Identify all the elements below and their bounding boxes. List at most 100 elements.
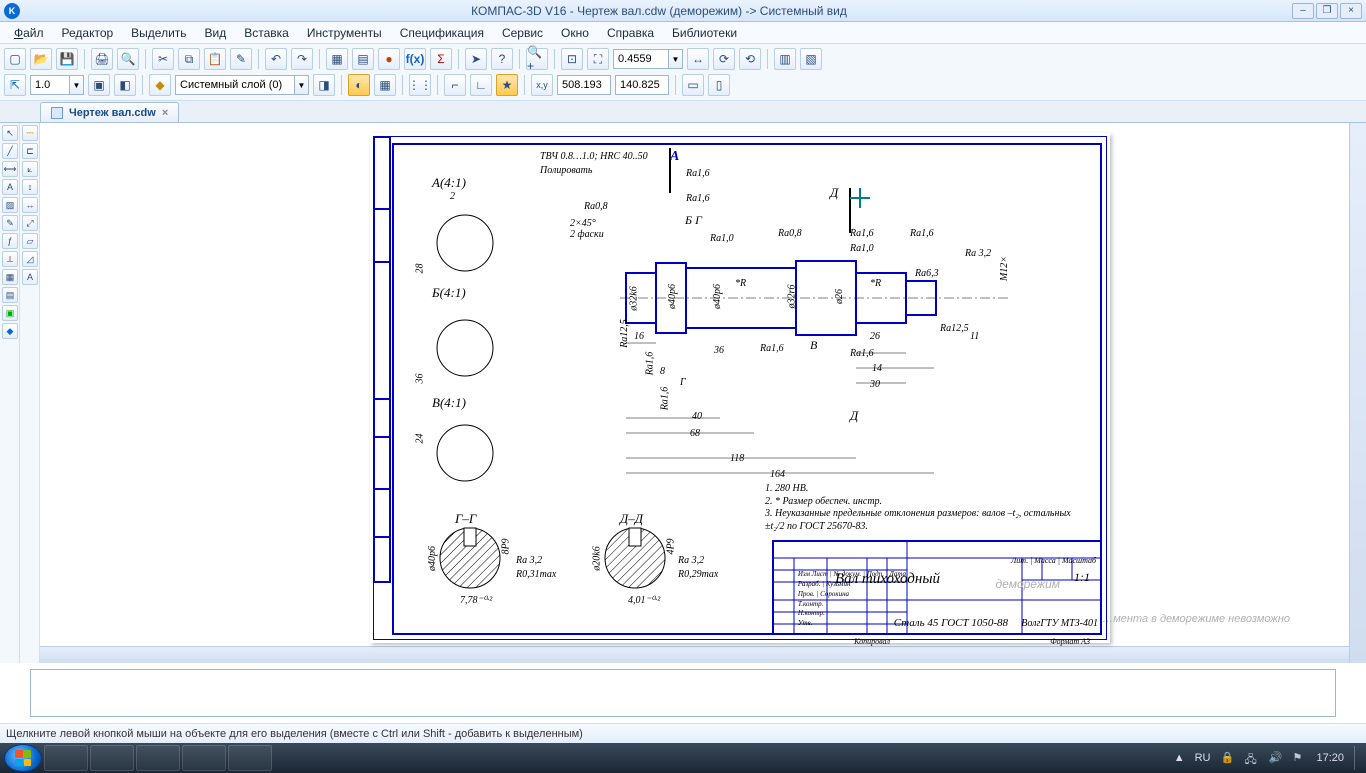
menu-tools[interactable]: Инструменты — [299, 24, 390, 42]
layer-dropdown-icon[interactable]: ▼ — [295, 75, 309, 95]
menu-view[interactable]: Вид — [197, 24, 235, 42]
task-app-1[interactable] — [44, 745, 88, 771]
tray-net-icon[interactable]: 🖧 — [1244, 751, 1258, 765]
tool-c[interactable]: ● — [378, 48, 400, 70]
vtool-hatch[interactable]: ▨ — [2, 197, 18, 213]
vtool-sel2[interactable]: ▦ — [2, 269, 18, 285]
copy-button[interactable]: ⧉ — [178, 48, 200, 70]
minimize-button[interactable]: – — [1292, 3, 1314, 19]
vtool-spec[interactable]: ▤ — [2, 287, 18, 303]
vtool-aux2[interactable]: ⊏ — [22, 143, 38, 159]
tool-a[interactable]: ▦ — [326, 48, 348, 70]
menu-insert[interactable]: Вставка — [236, 24, 297, 42]
grid-button[interactable]: ▦ — [374, 74, 396, 96]
scale-input[interactable] — [30, 75, 70, 95]
tray-act-icon[interactable]: ⚑ — [1292, 751, 1306, 765]
rotate-button[interactable]: ⟳ — [713, 48, 735, 70]
menu-spec[interactable]: Спецификация — [392, 24, 492, 42]
new-button[interactable]: ▢ — [4, 48, 26, 70]
paste-button[interactable]: 📋 — [204, 48, 226, 70]
vtool-select[interactable]: ↖ — [2, 125, 18, 141]
xy-button[interactable]: x,y — [531, 74, 553, 96]
misc-1[interactable]: ▭ — [682, 74, 704, 96]
print-button[interactable]: 🖨 — [91, 48, 113, 70]
vtool-param[interactable]: ƒ — [2, 233, 18, 249]
property-panel-inner[interactable] — [30, 669, 1336, 717]
undo-button[interactable]: ↶ — [265, 48, 287, 70]
menu-file[interactable]: Файл — [6, 24, 52, 42]
maximize-button[interactable]: ❐ — [1316, 3, 1338, 19]
angle-button[interactable]: ∟ — [470, 74, 492, 96]
vtool-edit[interactable]: ✎ — [2, 215, 18, 231]
coord-y-input[interactable] — [615, 75, 669, 95]
extra-a[interactable]: ▥ — [774, 48, 796, 70]
vars-button[interactable]: Σ — [430, 48, 452, 70]
cut-button[interactable]: ✂ — [152, 48, 174, 70]
views-button[interactable]: ▣ — [88, 74, 110, 96]
fx-button[interactable]: f(x) — [404, 48, 426, 70]
zoom-dropdown-icon[interactable]: ▼ — [669, 49, 683, 69]
zoom-combo[interactable]: ▼ — [613, 49, 683, 69]
misc-2[interactable]: ▯ — [708, 74, 730, 96]
properties-button[interactable]: ✎ — [230, 48, 252, 70]
vtool-text[interactable]: A — [2, 179, 18, 195]
layer-input[interactable] — [175, 75, 295, 95]
zoom-fit-button[interactable]: ⛶ — [587, 48, 609, 70]
vtool-dim[interactable]: ⟷ — [2, 161, 18, 177]
zoom-window-button[interactable]: ⊡ — [561, 48, 583, 70]
refresh-button[interactable]: ⟲ — [739, 48, 761, 70]
highlight-button[interactable]: ★ — [496, 74, 518, 96]
vtool-meas[interactable]: ⟂ — [2, 251, 18, 267]
preview-button[interactable]: 🔍 — [117, 48, 139, 70]
tool-b[interactable]: ▤ — [352, 48, 374, 70]
vtool-aux8[interactable]: ◿ — [22, 251, 38, 267]
show-desktop-button[interactable] — [1354, 746, 1362, 770]
task-app-3[interactable] — [136, 745, 180, 771]
layer-ic-button[interactable]: ◆ — [149, 74, 171, 96]
close-button[interactable]: × — [1340, 3, 1362, 19]
menu-service[interactable]: Сервис — [494, 24, 551, 42]
pan-button[interactable]: ↔ — [687, 48, 709, 70]
task-app-2[interactable] — [90, 745, 134, 771]
redo-button[interactable]: ↷ — [291, 48, 313, 70]
task-app-4[interactable] — [182, 745, 226, 771]
open-button[interactable]: 📂 — [30, 48, 52, 70]
vtool-aux6[interactable]: ⤢ — [22, 215, 38, 231]
vtool-aux3[interactable]: ⟀ — [22, 161, 38, 177]
drawing-canvas[interactable]: ТВЧ 0.8…1.0; HRC 40..50 Полировать А Д А… — [40, 123, 1366, 663]
scale-dropdown-icon[interactable]: ▼ — [70, 75, 84, 95]
vtool-aux5[interactable]: ↔ — [22, 197, 38, 213]
coord-origin-button[interactable]: ⌐ — [444, 74, 466, 96]
vtool-aux9[interactable]: A — [22, 269, 38, 285]
ortho-button[interactable]: ◐ — [348, 74, 370, 96]
tray-lang[interactable]: RU — [1195, 752, 1211, 764]
coord-x-input[interactable] — [557, 75, 611, 95]
pointer-button[interactable]: ➤ — [465, 48, 487, 70]
menu-help[interactable]: Справка — [599, 24, 662, 42]
menu-select[interactable]: Выделить — [123, 24, 194, 42]
vtool-line[interactable]: ╱ — [2, 143, 18, 159]
zoom-in-button[interactable]: 🔍+ — [526, 48, 548, 70]
zoom-input[interactable] — [613, 49, 669, 69]
vtool-aux4[interactable]: ↕ — [22, 179, 38, 195]
menu-edit[interactable]: Редактор — [54, 24, 122, 42]
menu-window[interactable]: Окно — [553, 24, 597, 42]
snap-button[interactable]: ⇱ — [4, 74, 26, 96]
vtool-aux7[interactable]: ▱ — [22, 233, 38, 249]
style-button[interactable]: ◧ — [114, 74, 136, 96]
vtool-extra[interactable]: ◆ — [2, 323, 18, 339]
vtool-aux1[interactable]: ⎓ — [22, 125, 38, 141]
scale-combo[interactable]: ▼ — [30, 75, 84, 95]
save-button[interactable]: 💾 — [56, 48, 78, 70]
doc-tab-close-icon[interactable]: × — [162, 107, 168, 119]
snap-grid-button[interactable]: ⋮⋮ — [409, 74, 431, 96]
help-cursor-button[interactable]: ? — [491, 48, 513, 70]
vtool-rep[interactable]: ▣ — [2, 305, 18, 321]
menu-libs[interactable]: Библиотеки — [664, 24, 745, 42]
tray-flag-icon[interactable]: 🔒 — [1220, 751, 1234, 765]
layer-combo[interactable]: ▼ — [175, 75, 309, 95]
doc-tab[interactable]: Чертеж вал.cdw × — [40, 102, 179, 122]
layer-mgr-button[interactable]: ◨ — [313, 74, 335, 96]
tray-vol-icon[interactable]: 🔊 — [1268, 751, 1282, 765]
task-app-5[interactable] — [228, 745, 272, 771]
